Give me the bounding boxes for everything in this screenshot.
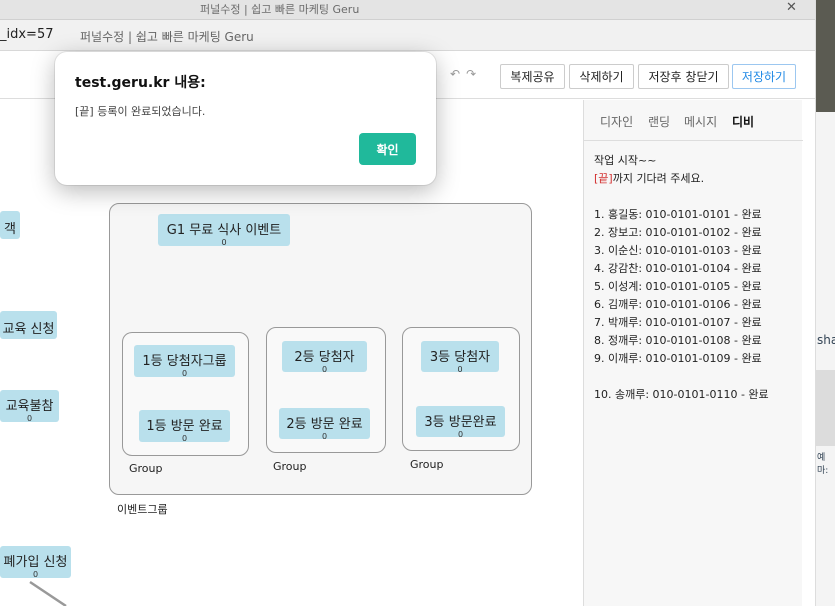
log-line: 9. 이깨루: 010-0101-0109 - 완료: [594, 352, 762, 365]
node-label: 3등 방문완료: [424, 415, 497, 430]
log-line: 5. 이성계: 010-0101-0105 - 완료: [594, 280, 762, 293]
page-title: 퍼널수정 | 쉽고 빠른 마케팅 Geru: [80, 30, 254, 44]
tab-landing[interactable]: 랜딩: [648, 113, 670, 130]
undo-redo-icons: ↶↷: [450, 67, 482, 81]
left-node-partial[interactable]: 객: [0, 211, 20, 239]
tab-design[interactable]: 디자인: [600, 113, 633, 130]
node-count: 0: [181, 434, 188, 443]
close-icon[interactable]: ✕: [786, 0, 797, 15]
dialog-message: [끝] 등록이 완료되었습니다.: [75, 105, 206, 118]
window-titlebar: 퍼널수정 | 쉽고 빠른 마케팅 Geru ✕: [0, 0, 835, 20]
root-node[interactable]: G1 무료 식사 이벤트 0: [158, 214, 290, 247]
log-line: 10. 송깨루: 010-0101-0110 - 완료: [594, 388, 769, 401]
node-label: 3등 당첨자: [429, 350, 491, 365]
url-fragment: _idx=57: [0, 27, 54, 42]
delete-button[interactable]: 삭제하기: [569, 64, 634, 89]
log-wait-line: [끝]까지 기다려 주세요.: [594, 170, 799, 188]
funnel-node[interactable]: 1등 방문 완료 0: [139, 410, 230, 443]
node-count: 0: [457, 365, 463, 374]
log-output: 작업 시작~~ [끝]까지 기다려 주세요. 1. 홍길동: 010-0101-…: [594, 152, 799, 404]
log-line: 7. 박깨루: 010-0101-0107 - 완료: [594, 316, 762, 329]
background-window-strip: sha 예마:: [815, 0, 835, 606]
background-image: [816, 0, 835, 112]
alert-dialog: test.geru.kr 내용: [끝] 등록이 완료되었습니다. 확인: [55, 52, 436, 185]
node-label: 폐가입 신청: [3, 555, 68, 570]
node-label: 교육 신청: [2, 322, 55, 337]
node-label: G1 무료 식사 이벤트: [166, 223, 282, 238]
left-node-partial[interactable]: 폐가입 신청 0: [0, 546, 71, 579]
node-label: 교육불참: [5, 399, 54, 414]
log-end-marker: [끝]: [594, 172, 613, 185]
log-start: 작업 시작~~: [594, 154, 657, 167]
background-text: sha: [817, 333, 835, 347]
group-label: Group: [273, 460, 307, 473]
tab-message[interactable]: 메시지: [684, 113, 717, 130]
log-lines: 1. 홍길동: 010-0101-0101 - 완료 2. 장보고: 010-01…: [594, 206, 799, 368]
node-label: 1등 당첨자그룹: [142, 354, 227, 369]
funnel-node[interactable]: 2등 당첨자 0: [282, 341, 367, 374]
funnel-node[interactable]: 2등 방문 완료 0: [279, 408, 370, 441]
save-button[interactable]: 저장하기: [732, 64, 796, 89]
log-line: 3. 이순신: 010-0101-0103 - 완료: [594, 244, 762, 257]
tab-db[interactable]: 디비: [732, 113, 754, 130]
log-line: 8. 정깨루: 010-0101-0108 - 완료: [594, 334, 762, 347]
node-label: 1등 방문 완료: [146, 419, 223, 434]
node-count: 0: [26, 414, 33, 423]
group-label: Group: [129, 462, 163, 475]
log-wait-text: 까지 기다려 주세요.: [612, 172, 705, 185]
funnel-node[interactable]: 1등 당첨자그룹 0: [134, 345, 235, 378]
funnel-node[interactable]: 3등 당첨자 0: [421, 341, 499, 374]
group-label: Group: [410, 458, 444, 471]
node-label: 객: [4, 222, 16, 237]
left-node-partial[interactable]: 교육 신청: [0, 311, 57, 339]
app-root: 퍼널수정 | 쉽고 빠른 마케팅 Geru ✕ _idx=57 퍼널수정 | 쉽…: [0, 0, 835, 606]
log-spacer: [594, 368, 799, 386]
ok-button[interactable]: 확인: [359, 133, 416, 165]
log-spacer: [594, 188, 799, 206]
connector-arrow: [29, 580, 67, 606]
log-line: 6. 김깨루: 010-0101-0106 - 완료: [594, 298, 762, 311]
right-panel: 디자인 랜딩 메시지 디비 작업 시작~~ [끝]까지 기다려 주세요. 1. …: [583, 100, 803, 606]
node-count: 0: [321, 365, 328, 374]
address-bar[interactable]: _idx=57 퍼널수정 | 쉽고 빠른 마케팅 Geru: [0, 20, 815, 51]
window-title: 퍼널수정 | 쉽고 빠른 마케팅 Geru: [200, 3, 360, 16]
log-line: 2. 장보고: 010-0101-0102 - 완료: [594, 226, 762, 239]
background-text: 예마:: [817, 453, 829, 476]
event-group-label: 이벤트그룹: [117, 503, 168, 516]
log-line: 1. 홍길동: 010-0101-0101 - 완료: [594, 208, 762, 221]
left-node-partial[interactable]: 교육불참 0: [0, 390, 59, 423]
node-count: 0: [32, 570, 39, 579]
node-count: 0: [457, 430, 464, 439]
node-label: 2등 당첨자: [294, 350, 355, 365]
log-line: 4. 강감찬: 010-0101-0104 - 완료: [594, 262, 762, 275]
redo-icon[interactable]: ↷: [466, 67, 482, 81]
node-count: 0: [321, 432, 328, 441]
right-panel-tabs: 디자인 랜딩 메시지 디비: [584, 100, 803, 141]
node-label: 2등 방문 완료: [286, 417, 363, 432]
funnel-node[interactable]: 3등 방문완료 0: [416, 406, 505, 439]
save-close-button[interactable]: 저장후 창닫기: [638, 64, 729, 89]
undo-icon[interactable]: ↶: [450, 67, 466, 81]
dialog-title: test.geru.kr 내용:: [75, 75, 206, 91]
background-image: [816, 370, 835, 446]
node-count: 0: [221, 238, 227, 247]
node-count: 0: [181, 369, 188, 378]
copy-share-button[interactable]: 복제공유: [500, 64, 565, 89]
